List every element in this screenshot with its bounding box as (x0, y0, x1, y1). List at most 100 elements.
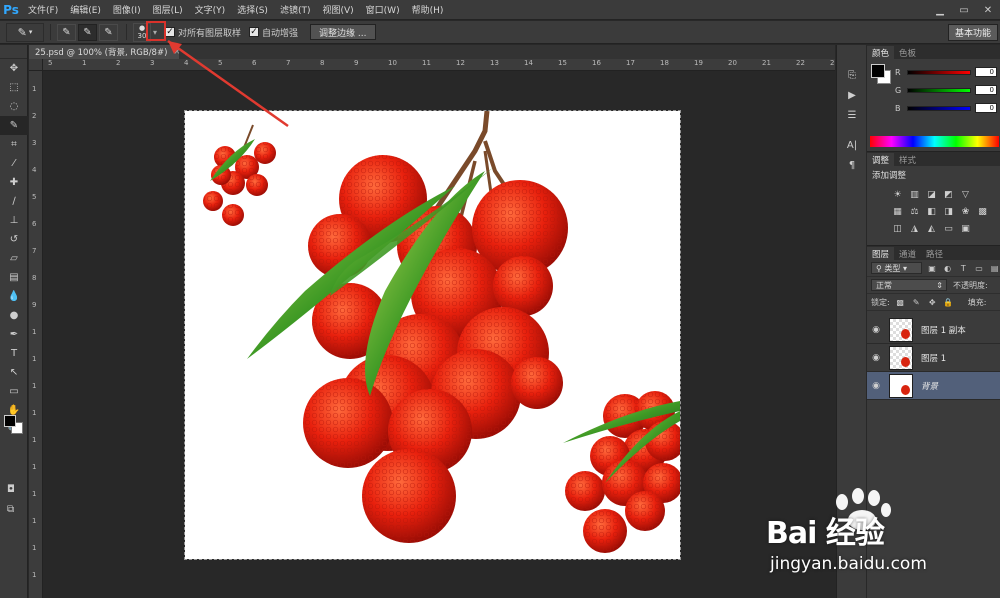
filter-type-icon[interactable]: T (958, 263, 969, 274)
color-slider-value[interactable]: 0 (975, 103, 997, 113)
blend-mode-select[interactable]: 正常 ⇕ (871, 279, 947, 291)
eye-visibility-icon[interactable]: ◉ (867, 325, 885, 335)
filter-smart-icon[interactable]: ▤ (989, 263, 1000, 274)
menu-item[interactable]: 视图(V) (316, 3, 359, 16)
layer-row[interactable]: ◉ 图层 1 (867, 344, 1000, 372)
menu-item[interactable]: 窗口(W) (360, 3, 406, 16)
quick-mask-icon[interactable]: ◘ (7, 484, 15, 495)
vibrance-icon[interactable]: ▽ (959, 188, 972, 201)
curves-icon[interactable]: ◪ (925, 188, 938, 201)
menu-item[interactable]: 图像(I) (107, 3, 147, 16)
lock-all-icon[interactable]: 🔒 (943, 297, 954, 308)
path-selection-tool-icon[interactable]: ↖ (0, 363, 28, 382)
ruler-tick-label: 18 (660, 59, 669, 67)
posterize-icon[interactable]: ◮ (908, 222, 921, 235)
menu-item[interactable]: 图层(L) (147, 3, 189, 16)
move-tool-icon[interactable]: ✥ (0, 59, 28, 78)
color-slider-value[interactable]: 0 (975, 67, 997, 77)
gradient-tool-icon[interactable]: ▤ (0, 268, 28, 287)
close-icon[interactable]: ✕ (976, 0, 1000, 20)
menu-item[interactable]: 文字(Y) (189, 3, 232, 16)
channel-mixer-icon[interactable]: ❀ (959, 205, 972, 218)
color-slider-value[interactable]: 0 (975, 85, 997, 95)
menu-item[interactable]: 选择(S) (231, 3, 274, 16)
color-balance-icon[interactable]: ⚖ (908, 205, 921, 218)
threshold-icon[interactable]: ◭ (925, 222, 938, 235)
color-slider[interactable]: G0 (895, 85, 999, 95)
marquee-tool-icon[interactable]: ⬚ (0, 78, 28, 97)
gradient-map-icon[interactable]: ▭ (942, 222, 955, 235)
history-brush-tool-icon[interactable]: ↺ (0, 230, 28, 249)
type-tool-icon[interactable]: T (0, 344, 28, 363)
document-canvas[interactable] (184, 110, 681, 560)
layer-row[interactable]: ◉ 图层 1 副本 (867, 316, 1000, 344)
eye-visibility-icon[interactable]: ◉ (867, 381, 885, 391)
workspace-switcher[interactable]: 基本功能 (947, 24, 998, 41)
add-to-selection-button[interactable]: ✎ (78, 23, 97, 41)
color-slider[interactable]: B0 (895, 103, 999, 113)
actions-panel-icon[interactable]: ▶ (837, 85, 867, 105)
panel-tab[interactable]: 颜色 (867, 46, 895, 59)
screen-mode-icon[interactable]: ⧉ (7, 504, 14, 515)
rectangle-tool-icon[interactable]: ▭ (0, 382, 28, 401)
lasso-tool-icon[interactable]: ◌ (0, 97, 28, 116)
filter-shape-icon[interactable]: ▭ (974, 263, 985, 274)
panel-tab[interactable]: 图层 (867, 247, 895, 260)
subtract-selection-button[interactable]: ✎ (99, 23, 118, 41)
crop-tool-icon[interactable]: ⌗ (0, 135, 28, 154)
filter-adjustment-icon[interactable]: ◐ (942, 263, 953, 274)
pen-tool-icon[interactable]: ✒ (0, 325, 28, 344)
invert-icon[interactable]: ◫ (891, 222, 904, 235)
layer-filter-select[interactable]: ⚲ 类型 ▾ (871, 262, 922, 274)
blur-tool-icon[interactable]: 💧 (0, 287, 28, 306)
panel-tab[interactable]: 色板 (894, 46, 921, 59)
character-panel-icon[interactable]: A| (837, 135, 867, 155)
tool-preset-picker[interactable]: ✎ ▾ (6, 22, 44, 42)
healing-brush-tool-icon[interactable]: ✚ (0, 173, 28, 192)
refine-edge-button[interactable]: 调整边缘 ... (310, 24, 376, 40)
panel-tab[interactable]: 路径 (921, 247, 948, 260)
panel-foreground-swatch[interactable] (871, 64, 885, 78)
panel-tab[interactable]: 样式 (894, 153, 921, 166)
new-selection-button[interactable]: ✎ (57, 23, 76, 41)
filter-pixel-icon[interactable]: ▣ (927, 263, 938, 274)
color-spectrum-bar[interactable] (870, 136, 999, 147)
history-panel-icon[interactable]: ⎘ (837, 65, 867, 85)
levels-icon[interactable]: ▥ (908, 188, 921, 201)
selective-color-icon[interactable]: ▣ (959, 222, 972, 235)
black-white-icon[interactable]: ◧ (925, 205, 938, 218)
quick-selection-tool-icon[interactable]: ✎ (0, 116, 28, 135)
paragraph-panel-icon[interactable]: ¶ (837, 155, 867, 175)
color-lookup-icon[interactable]: ▩ (976, 205, 989, 218)
hue-saturation-icon[interactable]: ▦ (891, 205, 904, 218)
maximize-icon[interactable]: ▭ (952, 0, 976, 20)
toolbox-grip[interactable] (0, 45, 27, 59)
tool-presets-icon[interactable]: ☰ (837, 105, 867, 125)
clone-stamp-tool-icon[interactable]: ⊥ (0, 211, 28, 230)
color-slider[interactable]: R0 (895, 67, 999, 77)
photo-filter-icon[interactable]: ◨ (942, 205, 955, 218)
color-slider-track[interactable] (907, 105, 971, 111)
menu-item[interactable]: 文件(F) (22, 3, 64, 16)
eyedropper-tool-icon[interactable]: ⁄ (0, 154, 28, 173)
color-slider-track[interactable] (907, 69, 971, 75)
brightness-contrast-icon[interactable]: ☀ (891, 188, 904, 201)
menu-item[interactable]: 帮助(H) (406, 3, 450, 16)
panel-tab[interactable]: 通道 (894, 247, 921, 260)
eye-visibility-icon[interactable]: ◉ (867, 353, 885, 363)
menu-item[interactable]: 编辑(E) (64, 3, 107, 16)
color-slider-track[interactable] (907, 87, 971, 93)
eraser-tool-icon[interactable]: ▱ (0, 249, 28, 268)
foreground-color-swatch[interactable] (4, 415, 16, 427)
dodge-tool-icon[interactable]: ● (0, 306, 28, 325)
menu-item[interactable]: 滤镜(T) (274, 3, 317, 16)
panel-tab[interactable]: 调整 (867, 153, 895, 166)
layer-row[interactable]: ◉ 背景 (867, 372, 1000, 400)
lock-position-icon[interactable]: ✥ (927, 297, 938, 308)
minimize-icon[interactable]: ▁ (928, 0, 952, 20)
brush-tool-icon[interactable]: ∕ (0, 192, 28, 211)
document-tab[interactable]: 25.psd @ 100% (背景, RGB/8#) × (29, 45, 181, 59)
lock-image-icon[interactable]: ✎ (911, 297, 922, 308)
exposure-icon[interactable]: ◩ (942, 188, 955, 201)
lock-transparent-icon[interactable]: ▩ (895, 297, 906, 308)
